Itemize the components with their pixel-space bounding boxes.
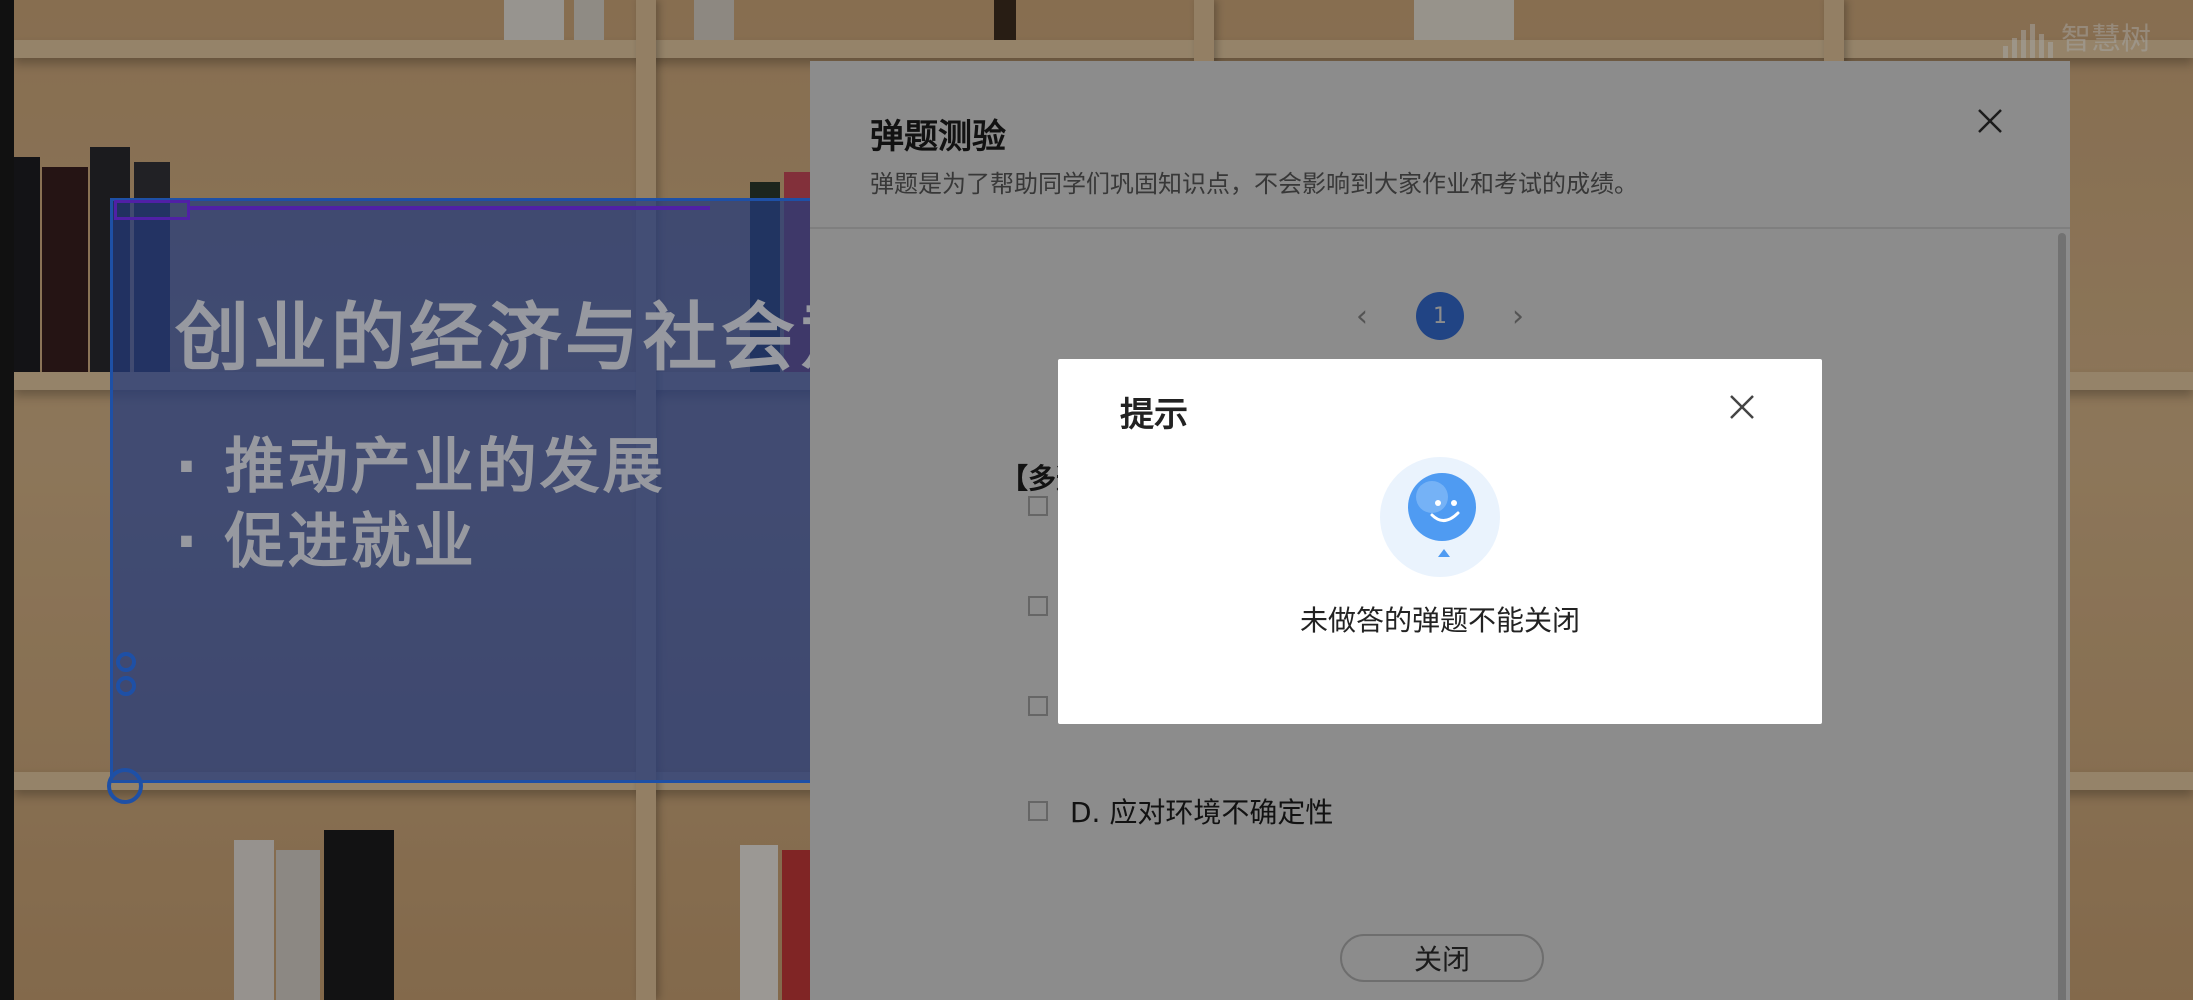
smiley-icon xyxy=(1380,457,1500,577)
alert-dialog: 提示 未做答的弹题不能关闭 xyxy=(1058,359,1822,724)
alert-title: 提示 xyxy=(1120,395,1188,435)
close-icon[interactable] xyxy=(1724,389,1760,425)
alert-message: 未做答的弹题不能关闭 xyxy=(1299,604,1580,637)
